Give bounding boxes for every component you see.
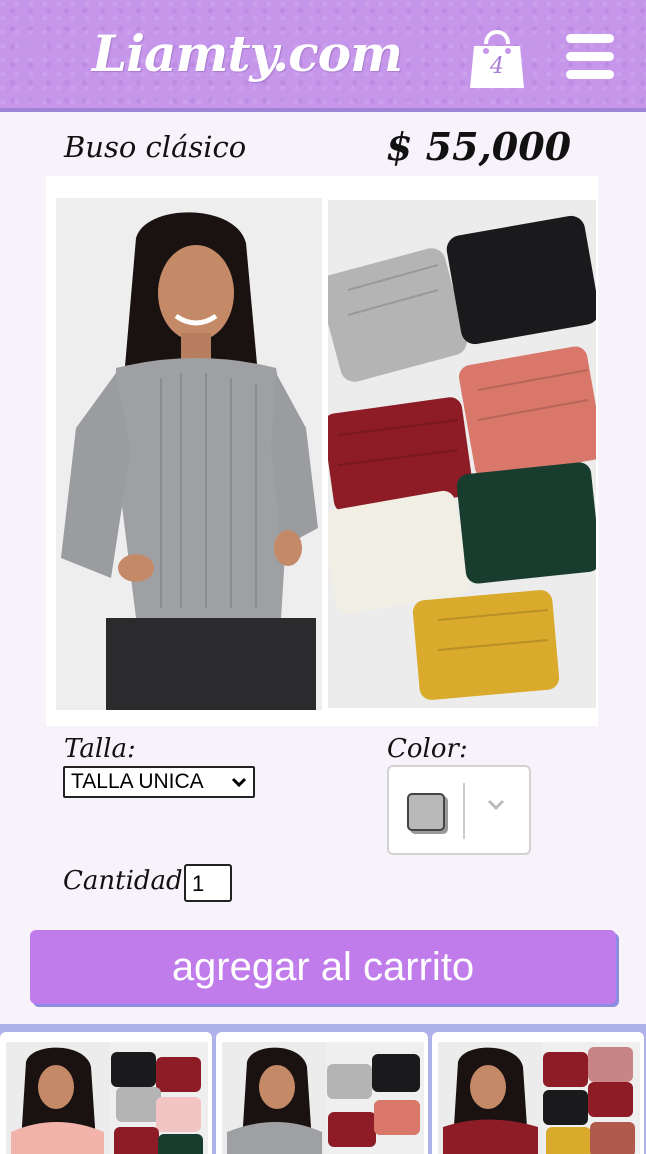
site-header: Liamty.com 4: [0, 0, 646, 112]
cart-button[interactable]: 4: [468, 24, 526, 90]
product-price: $ 55,000: [386, 124, 572, 169]
product-title: Buso clásico: [64, 130, 247, 164]
site-logo[interactable]: Liamty.com: [92, 24, 403, 83]
chevron-down-icon: [487, 799, 505, 811]
model-photo: [56, 198, 322, 710]
pink-sweater-thumbnail[interactable]: [0, 1032, 212, 1154]
related-products-strip: [0, 1024, 646, 1154]
product-image[interactable]: [46, 176, 598, 726]
size-label: Talla:: [64, 734, 136, 764]
sweater-colors-photo: [328, 200, 596, 708]
color-picker[interactable]: [387, 765, 531, 855]
quantity-label: Cantidad:: [63, 866, 192, 896]
size-select-value: TALLA UNICA: [71, 770, 204, 793]
size-select[interactable]: TALLA UNICA: [63, 766, 255, 798]
color-picker-divider: [463, 783, 465, 839]
cart-count-badge: 4: [490, 54, 504, 79]
color-label: Color:: [387, 734, 468, 764]
gray-sweater-thumbnail[interactable]: [216, 1032, 428, 1154]
red-sweater-thumbnail[interactable]: [432, 1032, 644, 1154]
chevron-down-icon: [231, 777, 247, 788]
hamburger-menu-icon[interactable]: [566, 34, 616, 80]
quantity-input[interactable]: 1: [184, 864, 232, 902]
add-to-cart-button[interactable]: agregar al carrito: [30, 930, 616, 1004]
selected-color-swatch: [407, 793, 445, 831]
